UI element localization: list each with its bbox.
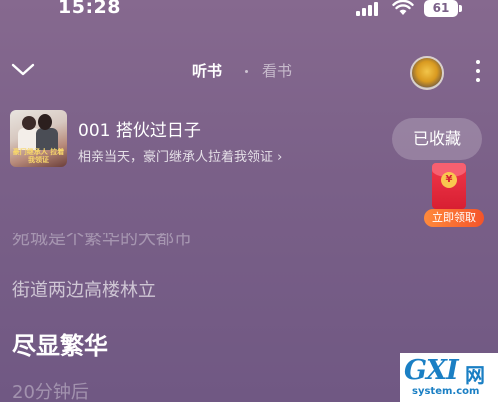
watermark-url: system.com <box>412 386 480 397</box>
watermark-logo-text: GXI <box>404 355 459 386</box>
player-nav-bar: 听书 看书 <box>0 52 498 92</box>
chapter-title: 001 搭伙过日子 <box>78 121 201 141</box>
battery-indicator: 61 <box>424 0 458 17</box>
book-cover[interactable]: 豪门继承人 拉着我领证 <box>10 110 67 167</box>
avatar[interactable] <box>410 56 444 90</box>
chevron-down-icon[interactable] <box>10 60 36 80</box>
tab-read[interactable]: 看书 <box>262 60 292 81</box>
coin-icon: ¥ <box>441 172 457 188</box>
transcript-line: 宛城是个繁华的大都市 <box>12 228 192 249</box>
status-bar: 15:28 61 <box>0 0 498 24</box>
book-subtitle-link[interactable]: 相亲当天，豪门继承人拉着我领证 › <box>78 146 282 165</box>
cellular-signal-icon <box>356 2 384 16</box>
cover-title-text: 豪门继承人 拉着我领证 <box>12 147 65 164</box>
tab-listen[interactable]: 听书 <box>192 60 222 81</box>
transcript-line: 街道两边高楼林立 <box>12 280 156 301</box>
book-info-card[interactable]: 豪门继承人 拉着我领证 001 搭伙过日子 相亲当天，豪门继承人拉着我领证 › <box>10 110 380 170</box>
transcript-line-current: 尽显繁华 <box>12 332 108 360</box>
claim-now-button[interactable]: 立即领取 <box>424 209 484 227</box>
site-watermark-logo: GXI 网 system.com <box>400 353 498 402</box>
battery-tip <box>459 5 462 12</box>
red-packet-promo[interactable]: ¥ 立即领取 <box>424 163 484 229</box>
collected-button[interactable]: 已收藏 <box>392 118 482 160</box>
watermark-cn-text: 网 <box>465 363 485 387</box>
wifi-icon <box>392 0 414 15</box>
tab-separator-dot <box>245 70 248 73</box>
transcript-line: 20分钟后 <box>12 382 89 402</box>
status-time: 15:28 <box>58 0 121 18</box>
more-vertical-icon[interactable] <box>474 60 482 84</box>
